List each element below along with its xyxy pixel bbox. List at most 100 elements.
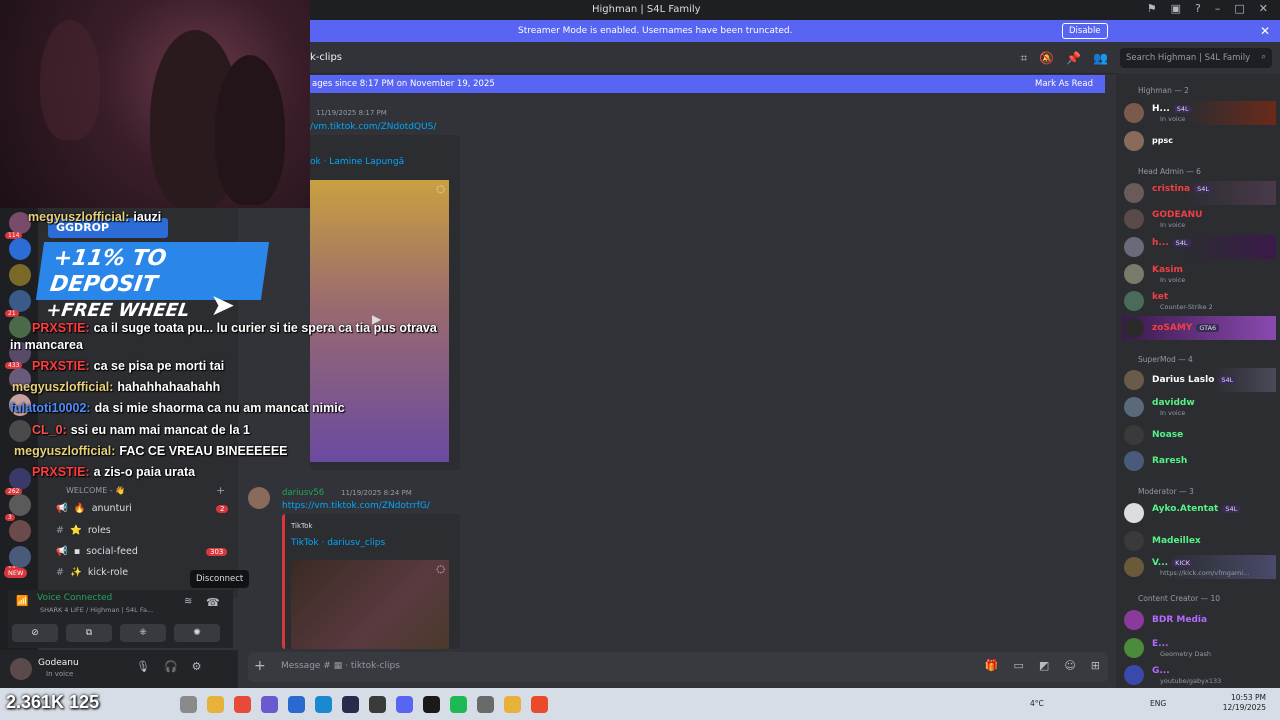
gift-icon[interactable]: 🎁: [985, 659, 999, 672]
search-input[interactable]: Search Highman | S4L Family ⌕: [1120, 48, 1272, 68]
activities-button[interactable]: ⁜: [120, 624, 166, 642]
settings-gear-icon[interactable]: ⚙: [192, 660, 202, 673]
mute-icon[interactable]: 🔕: [1039, 51, 1054, 66]
user-name[interactable]: Godeanu: [38, 658, 79, 668]
add-channel-icon[interactable]: +: [216, 484, 225, 497]
member-item[interactable]: H... S4L In voice: [1122, 101, 1276, 125]
member-item[interactable]: zoSAMY GTA6: [1122, 316, 1276, 340]
terminal-icon[interactable]: [423, 696, 440, 713]
member-item[interactable]: Madeillex: [1122, 529, 1276, 553]
server-icon[interactable]: [9, 420, 31, 442]
category-welcome[interactable]: WELCOME - 👋: [66, 486, 125, 495]
store-icon[interactable]: [369, 696, 386, 713]
embed-title[interactable]: ok · Lamine Lapungă: [310, 157, 404, 167]
soundboard-button[interactable]: ✺: [174, 624, 220, 642]
member-item[interactable]: ppsc: [1122, 129, 1276, 153]
channel-item-kick-role[interactable]: # ✨ kick-role: [56, 567, 128, 578]
edge-icon[interactable]: [315, 696, 332, 713]
member-item[interactable]: G... youtube/gabyx133: [1122, 663, 1276, 687]
teams-icon[interactable]: [261, 696, 278, 713]
steam-icon[interactable]: [342, 696, 359, 713]
video-off-button[interactable]: ⊘: [12, 624, 58, 642]
headphones-icon[interactable]: 🎧: [164, 660, 178, 673]
server-icon[interactable]: 21: [5, 290, 31, 317]
emoji-icon[interactable]: ☺: [1064, 659, 1075, 672]
embed-title[interactable]: TikTok · dariusv_clips: [291, 538, 385, 548]
channel-item-roles[interactable]: # ⭐ roles: [56, 525, 111, 536]
member-item[interactable]: Noase: [1122, 423, 1276, 447]
file-explorer-icon[interactable]: [207, 696, 224, 713]
server-icon[interactable]: 12: [5, 546, 31, 573]
disconnect-icon[interactable]: ☎: [206, 596, 220, 609]
threads-icon[interactable]: ⌗: [1020, 51, 1027, 66]
server-icon[interactable]: 3: [5, 494, 31, 521]
inbox-icon[interactable]: ⚑: [1147, 2, 1157, 15]
noise-suppression-icon[interactable]: ≋: [184, 596, 192, 607]
avatar[interactable]: [248, 487, 270, 509]
member-item[interactable]: ket Counter-Strike 2: [1122, 289, 1276, 313]
opera-icon[interactable]: [234, 696, 251, 713]
maximize-icon[interactable]: □: [1234, 2, 1244, 15]
group-header: Content Creator — 10: [1138, 594, 1221, 603]
avatar[interactable]: [10, 658, 32, 680]
close-window-icon[interactable]: ✕: [1259, 2, 1268, 15]
voice-status[interactable]: Voice Connected: [37, 593, 112, 603]
member-item[interactable]: BDR Media: [1122, 608, 1276, 632]
member-item[interactable]: Ayko.Atentat S4L: [1122, 501, 1276, 525]
help-icon[interactable]: ?: [1195, 2, 1201, 15]
message-link[interactable]: https://vm.tiktok.com/ZNdotrrfG/: [282, 501, 430, 511]
voice-server: SHARK 4 LIFE / Highman | S4L Fa...: [40, 606, 154, 614]
obs-icon[interactable]: [477, 696, 494, 713]
discord-icon[interactable]: [396, 696, 413, 713]
language-indicator[interactable]: ENG: [1150, 699, 1166, 708]
rockstar-icon[interactable]: [504, 696, 521, 713]
screen-icon[interactable]: ▣: [1171, 2, 1181, 15]
user-status: In voice: [46, 670, 74, 678]
members-icon[interactable]: 👥: [1093, 51, 1108, 66]
message-link[interactable]: /vm.tiktok.com/ZNdotdQUS/: [310, 122, 436, 132]
loading-icon: ◌: [436, 564, 445, 575]
task-view-icon[interactable]: [180, 696, 197, 713]
new-messages-text: ages since 8:17 PM on November 19, 2025: [312, 79, 495, 89]
mark-as-read-button[interactable]: Mark As Read: [1035, 79, 1093, 89]
server-icon[interactable]: 262: [5, 468, 31, 495]
server-icon[interactable]: [9, 238, 31, 260]
channel-item-anunturi[interactable]: 📢 🔥 anunturi 2: [56, 503, 229, 514]
clock[interactable]: 10:53 PM 12/19/2025: [1223, 693, 1266, 713]
close-banner-icon[interactable]: ✕: [1260, 24, 1270, 38]
brave-icon[interactable]: [531, 696, 548, 713]
video-thumbnail[interactable]: ◌: [291, 560, 449, 649]
member-item[interactable]: GODEANU In voice: [1122, 207, 1276, 231]
server-icon[interactable]: [9, 520, 31, 542]
member-item[interactable]: Raresh: [1122, 449, 1276, 473]
voice-panel: 📶 Voice Connected SHARK 4 LIFE / Highman…: [8, 590, 233, 648]
apps-icon[interactable]: ⊞: [1091, 659, 1100, 672]
disable-streamer-button[interactable]: Disable: [1062, 23, 1108, 39]
new-badge: NEW: [4, 568, 28, 578]
member-item[interactable]: h... S4L: [1122, 235, 1276, 259]
message-author[interactable]: dariusv56: [282, 488, 324, 498]
signal-icon[interactable]: 📶: [16, 596, 28, 607]
member-item[interactable]: Darius Laslo S4L: [1122, 368, 1276, 392]
add-attachment-icon[interactable]: +: [254, 658, 266, 674]
screen-share-button[interactable]: ⧉: [66, 624, 112, 642]
spotify-icon[interactable]: [450, 696, 467, 713]
member-item[interactable]: cristina S4L: [1122, 181, 1276, 205]
new-messages-bar[interactable]: ages since 8:17 PM on November 19, 2025 …: [310, 75, 1105, 93]
server-icon[interactable]: [9, 264, 31, 286]
member-item[interactable]: E... Geometry Dash: [1122, 636, 1276, 660]
minimize-icon[interactable]: –: [1215, 2, 1221, 15]
sticker-icon[interactable]: ◩: [1039, 659, 1049, 672]
member-item[interactable]: V... KICK https://kick.com/vfmgami...: [1122, 555, 1276, 579]
weather[interactable]: 4°C: [1030, 699, 1044, 708]
member-item[interactable]: Kasim In voice: [1122, 262, 1276, 286]
member-item[interactable]: daviddw In voice: [1122, 395, 1276, 419]
star-icon: ⭐: [69, 525, 82, 536]
outlook-icon[interactable]: [288, 696, 305, 713]
gif-icon[interactable]: ▭: [1014, 659, 1024, 672]
pin-icon[interactable]: 📌: [1066, 51, 1081, 66]
message-composer[interactable]: + Message # ▦ · tiktok-clips 🎁 ▭ ◩ ☺ ⊞: [248, 652, 1108, 682]
channel-item-social-feed[interactable]: 📢 ▪ social-feed 303: [56, 546, 228, 557]
server-icon[interactable]: [9, 316, 31, 338]
microphone-icon[interactable]: 🎙: [136, 660, 150, 673]
